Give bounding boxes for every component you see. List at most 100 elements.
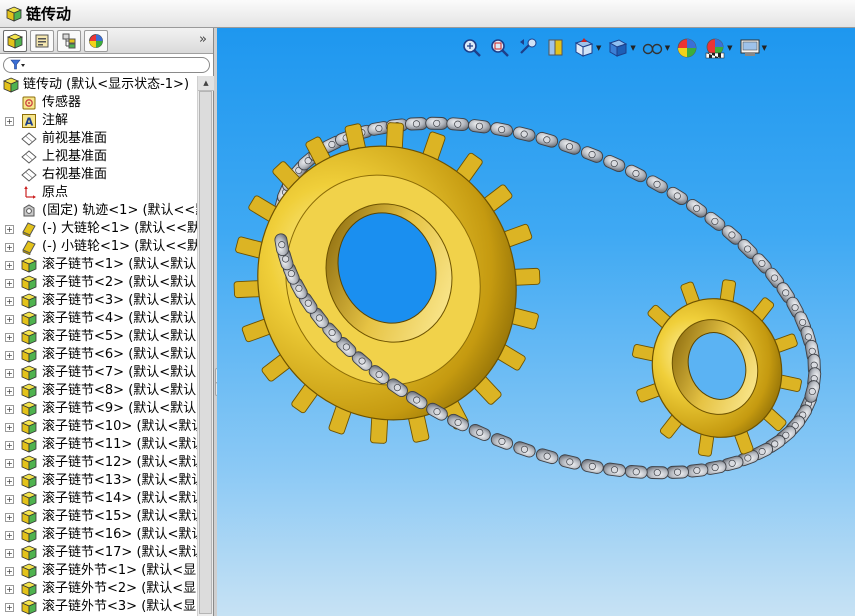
configurationmanager-tab[interactable] <box>57 29 81 52</box>
expand-toggle[interactable]: + <box>5 351 14 360</box>
expand-toggle[interactable]: + <box>5 405 14 414</box>
zoom-to-fit-button[interactable] <box>461 35 483 61</box>
tree-item-label: 滚子链节<8> (默认<默认 <box>42 383 197 398</box>
expand-toggle[interactable]: + <box>5 441 14 450</box>
tree-item[interactable]: + 滚子链节<10> (默认<默认 <box>0 418 197 436</box>
graphics-viewport[interactable]: ▼ ▼ ▼ ▼ ▼ <box>217 28 855 616</box>
tree-filter-input[interactable] <box>3 57 210 73</box>
display-style-button[interactable]: ▼ <box>607 35 636 61</box>
tree-item[interactable]: + 滚子链节<6> (默认<默认 <box>0 346 197 364</box>
expand-toggle[interactable]: + <box>5 315 14 324</box>
expand-toggle[interactable]: + <box>5 513 14 522</box>
edit-appearance-button[interactable] <box>676 35 698 61</box>
expand-toggle[interactable]: + <box>5 243 14 252</box>
tree-item-label: 滚子链节<16> (默认<默认 <box>42 527 197 542</box>
tree-item-label: 滚子链节<9> (默认<默认 <box>42 401 197 416</box>
section-view-button[interactable] <box>545 35 567 61</box>
subassembly-icon <box>21 329 37 345</box>
tree-item[interactable]: 右视基准面 <box>0 166 197 184</box>
dropdown-arrow-icon[interactable]: ▼ <box>727 44 732 52</box>
expand-toggle[interactable]: + <box>5 531 14 540</box>
tree-item[interactable]: + 滚子链节<11> (默认<默认 <box>0 436 197 454</box>
expand-toggle[interactable]: + <box>5 261 14 270</box>
tree-item[interactable]: + 滚子链节<16> (默认<默认 <box>0 526 197 544</box>
scroll-up-button[interactable]: ▲ <box>198 76 214 91</box>
tree-item[interactable]: + 滚子链外节<1> (默认<显 <box>0 562 197 580</box>
tree-item-label: 滚子链节<1> (默认<默认 <box>42 257 197 272</box>
tree-item-label: 滚子链外节<3> (默认<显 <box>42 599 197 614</box>
expand-toggle[interactable]: + <box>5 225 14 234</box>
tree-item[interactable]: + 滚子链节<4> (默认<默认 <box>0 310 197 328</box>
tree-item[interactable]: 原点 <box>0 184 197 202</box>
propertymanager-tab[interactable] <box>30 29 54 52</box>
tree-item-label: 滚子链节<11> (默认<默认 <box>42 437 197 452</box>
tree-item[interactable]: + 滚子链外节<2> (默认<显 <box>0 580 197 598</box>
expand-toggle[interactable]: + <box>5 333 14 342</box>
dropdown-arrow-icon[interactable]: ▼ <box>665 44 670 52</box>
tree-item[interactable]: + 滚子链节<3> (默认<默认 <box>0 292 197 310</box>
dropdown-arrow-icon[interactable]: ▼ <box>630 44 635 52</box>
tree-item-label: 上视基准面 <box>42 149 108 164</box>
tree-item[interactable]: + 滚子链节<7> (默认<默认 <box>0 364 197 382</box>
tree-item[interactable]: + (-) 大链轮<1> (默认<<默认 <box>0 220 197 238</box>
previous-view-button[interactable] <box>517 35 539 61</box>
tree-item[interactable]: + 滚子链节<15> (默认<默认 <box>0 508 197 526</box>
tree-root-item[interactable]: 链传动 (默认<显示状态-1>) <box>0 76 197 94</box>
previous-view-icon <box>520 38 537 54</box>
displaymanager-tab[interactable] <box>84 29 108 52</box>
view-orientation-button[interactable]: ▼ <box>573 35 601 61</box>
tree-item[interactable]: + 滚子链节<1> (默认<默认 <box>0 256 197 274</box>
subassembly-icon <box>21 545 37 561</box>
expand-toggle[interactable]: + <box>5 423 14 432</box>
scroll-thumb[interactable] <box>199 91 212 614</box>
tree-item-label: 滚子链外节<1> (默认<显 <box>42 563 197 578</box>
tree-item[interactable]: 上视基准面 <box>0 148 197 166</box>
featuremanager-tree-icon <box>7 33 23 49</box>
small-sprocket <box>632 279 802 457</box>
apply-scene-button[interactable]: ▼ <box>704 35 733 61</box>
zoom-to-area-icon <box>491 39 509 57</box>
tree-item[interactable]: + 滚子链节<14> (默认<默认 <box>0 490 197 508</box>
sensor-icon <box>22 96 36 110</box>
tree-item[interactable]: 前视基准面 <box>0 130 197 148</box>
expand-toggle[interactable]: + <box>5 603 14 612</box>
tree-item-label: 滚子链节<3> (默认<默认 <box>42 293 197 308</box>
hide-show-items-button[interactable]: ▼ <box>642 35 670 61</box>
expand-toggle[interactable]: + <box>5 585 14 594</box>
expand-toggle[interactable]: + <box>5 297 14 306</box>
subassembly-icon <box>21 275 37 291</box>
tree-item[interactable]: + 滚子链节<8> (默认<默认 <box>0 382 197 400</box>
tree-item[interactable]: + 滚子链节<5> (默认<默认 <box>0 328 197 346</box>
window-title: 链传动 <box>26 5 72 23</box>
tree-item[interactable]: + (-) 小链轮<1> (默认<<默认 <box>0 238 197 256</box>
expand-toggle[interactable]: + <box>5 117 14 126</box>
tree-item[interactable]: + 滚子链节<17> (默认<默认 <box>0 544 197 562</box>
expand-toggle[interactable]: + <box>5 477 14 486</box>
tree-item[interactable]: + 滚子链节<12> (默认<默认 <box>0 454 197 472</box>
expand-toggle[interactable]: + <box>5 279 14 288</box>
tree-item-label: (-) 小链轮<1> (默认<<默认 <box>42 239 197 254</box>
expand-toggle[interactable]: + <box>5 459 14 468</box>
dropdown-arrow-icon[interactable]: ▼ <box>596 44 601 52</box>
tree-item[interactable]: + A 注解 <box>0 112 197 130</box>
tree-scrollbar[interactable]: ▲ <box>197 76 214 616</box>
expand-toggle[interactable]: + <box>5 495 14 504</box>
expand-toggle[interactable]: + <box>5 549 14 558</box>
subassembly-icon <box>21 473 37 489</box>
tree-item[interactable]: + 滚子链节<2> (默认<默认 <box>0 274 197 292</box>
dropdown-arrow-icon[interactable]: ▼ <box>762 44 767 52</box>
expand-toggle[interactable]: + <box>5 567 14 576</box>
tree-item[interactable]: + 滚子链外节<3> (默认<显 <box>0 598 197 616</box>
featuremanager-tab[interactable] <box>3 29 27 52</box>
filter-icon[interactable] <box>10 59 26 71</box>
expand-toggle[interactable]: + <box>5 369 14 378</box>
tree-item[interactable]: 传感器 <box>0 94 197 112</box>
tree-item[interactable]: (固定) 轨迹<1> (默认<<默认 <box>0 202 197 220</box>
panel-tab-bar: » <box>0 28 213 54</box>
tree-item[interactable]: + 滚子链节<9> (默认<默认 <box>0 400 197 418</box>
view-settings-button[interactable]: ▼ <box>739 35 767 61</box>
zoom-to-area-button[interactable] <box>489 35 511 61</box>
more-tabs-button[interactable]: » <box>199 32 207 47</box>
expand-toggle[interactable]: + <box>5 387 14 396</box>
tree-item[interactable]: + 滚子链节<13> (默认<默认 <box>0 472 197 490</box>
